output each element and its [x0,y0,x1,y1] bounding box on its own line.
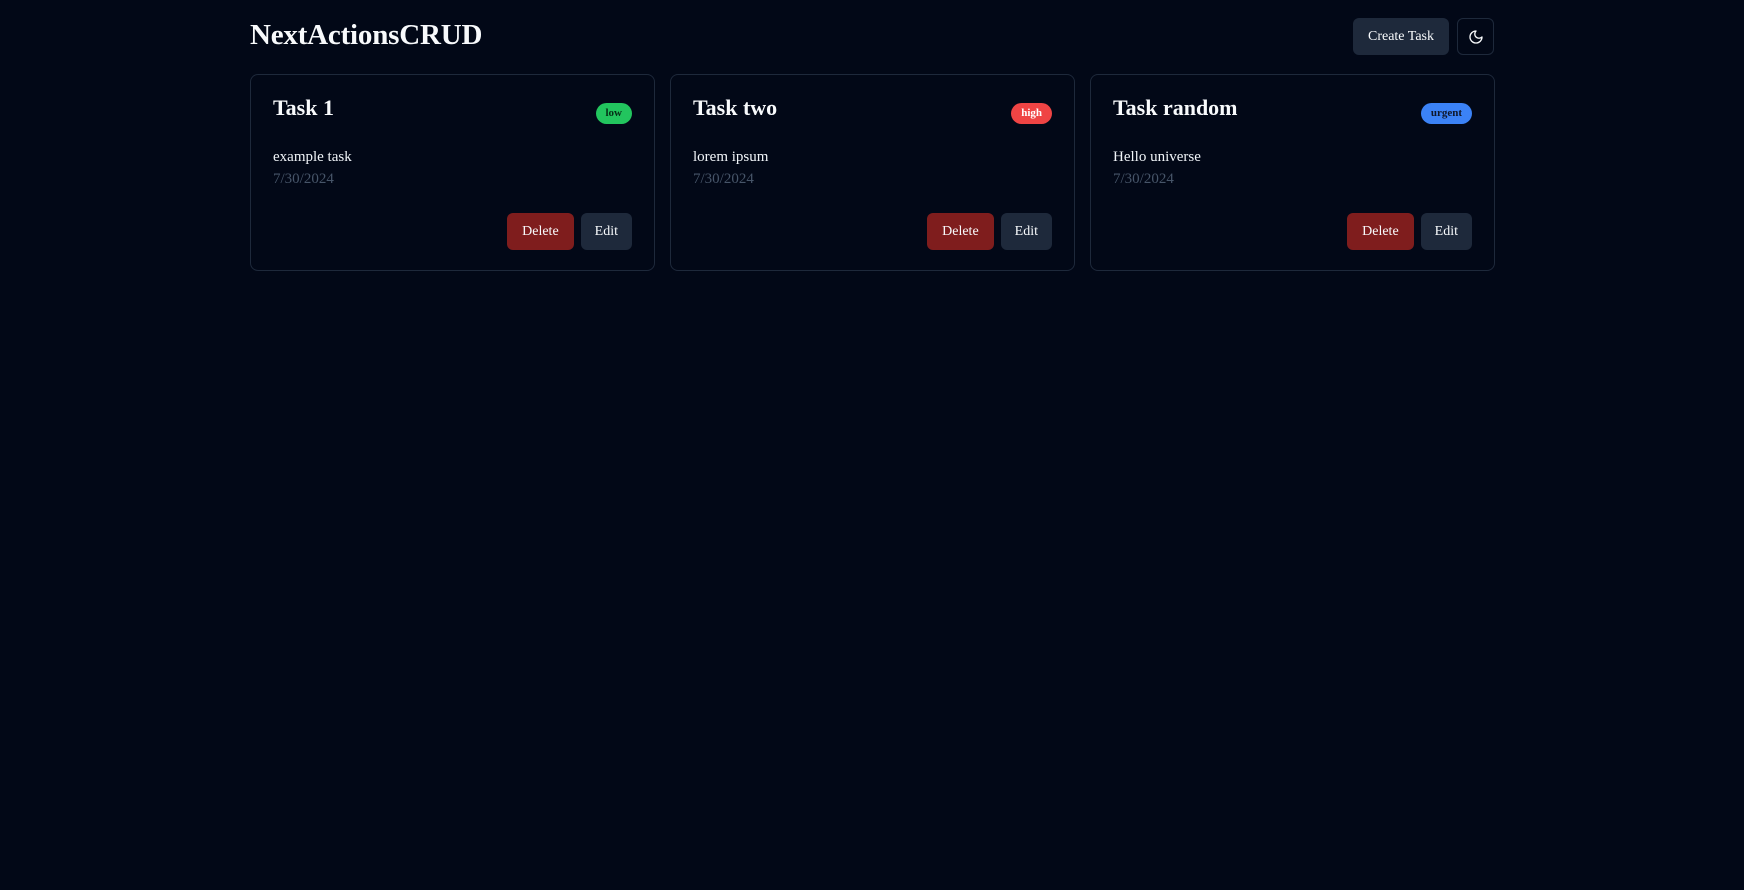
task-description: lorem ipsum [693,149,769,165]
edit-button[interactable]: Edit [580,213,632,250]
task-actions: Delete Edit [507,213,632,250]
task-title: Task random [1113,95,1238,120]
moon-icon [1468,29,1484,45]
task-card: Task 1 low example task 7/30/2024 Delete… [250,74,655,271]
delete-button[interactable]: Delete [507,213,574,250]
edit-button[interactable]: Edit [1420,213,1472,250]
theme-toggle-button[interactable] [1457,18,1494,55]
task-date: 7/30/2024 [693,171,754,187]
app-header: NextActionsCRUD Create Task [250,0,1494,73]
header-actions: Create Task [1352,18,1494,55]
task-date: 7/30/2024 [273,171,334,187]
page: NextActionsCRUD Create Task Task 1 low e… [0,0,1744,890]
delete-button[interactable]: Delete [1347,213,1414,250]
task-actions: Delete Edit [1347,213,1472,250]
app-title: NextActionsCRUD [250,19,483,51]
main-container: NextActionsCRUD Create Task Task 1 low e… [250,0,1495,271]
task-description: example task [273,149,352,165]
priority-badge: high [1011,103,1052,124]
edit-button[interactable]: Edit [1000,213,1052,250]
create-task-button[interactable]: Create Task [1352,18,1449,55]
task-card: Task two high lorem ipsum 7/30/2024 Dele… [670,74,1075,271]
delete-button[interactable]: Delete [927,213,994,250]
task-date: 7/30/2024 [1113,171,1174,187]
task-title: Task two [693,95,778,120]
priority-badge: urgent [1420,103,1472,124]
task-grid: Task 1 low example task 7/30/2024 Delete… [250,74,1495,271]
task-actions: Delete Edit [927,213,1052,250]
task-description: Hello universe [1113,149,1201,165]
priority-badge: low [595,103,632,124]
task-title: Task 1 [273,95,334,120]
task-card: Task random urgent Hello universe 7/30/2… [1090,74,1495,271]
